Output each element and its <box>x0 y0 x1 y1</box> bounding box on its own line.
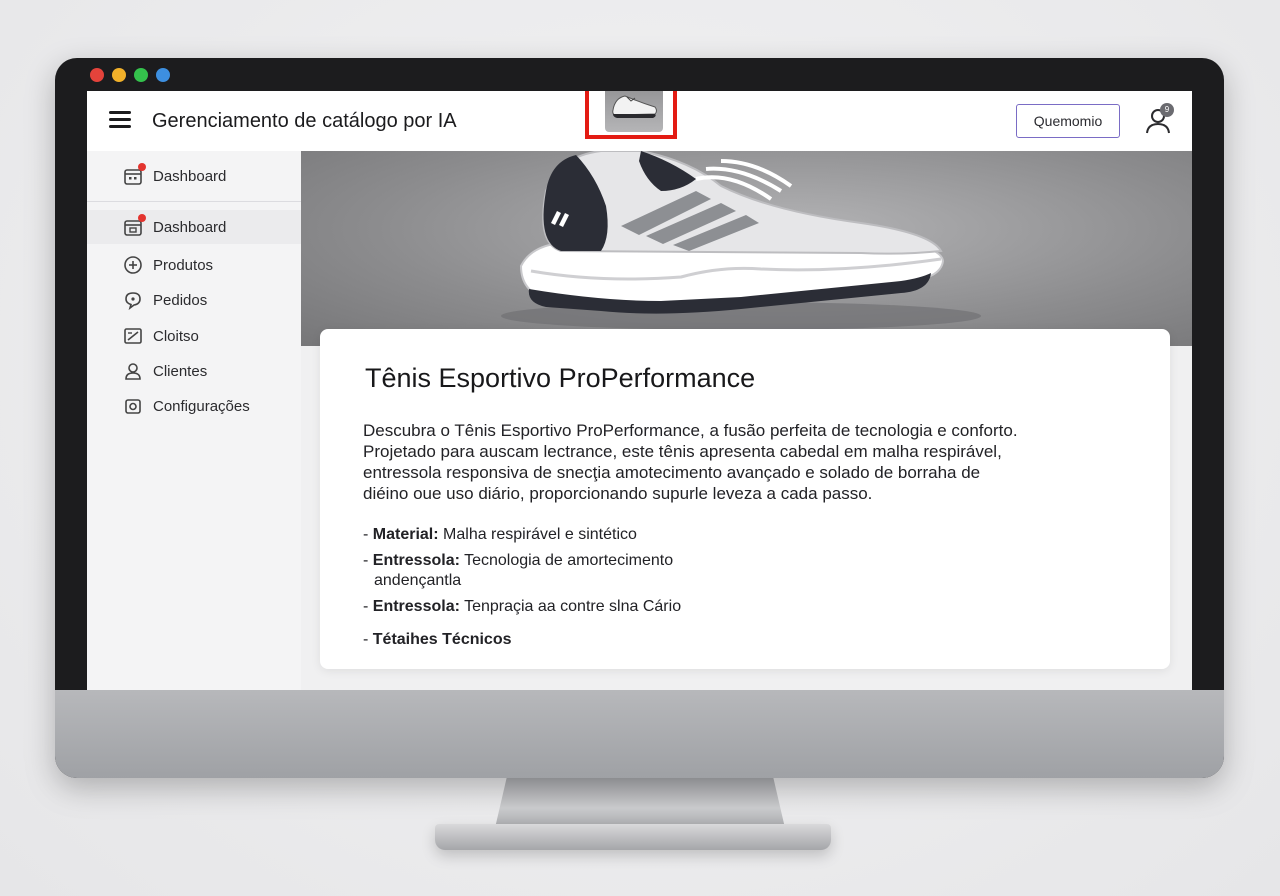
spec-label: Tétaihes Técnicos <box>372 631 512 648</box>
sidebar-item-pedidos[interactable]: Pedidos <box>87 283 301 317</box>
product-hero-image <box>301 151 1192 346</box>
sidebar-item-label: Clientes <box>153 362 208 380</box>
user-profile[interactable]: 9 <box>1144 103 1178 137</box>
sidebar-item-label: Produtos <box>153 256 214 274</box>
sidebar-divider <box>87 201 301 202</box>
monitor-bezel: Gerenciamento de catálogo por IA Quemomi… <box>55 58 1224 778</box>
monitor-stand-base <box>435 824 831 850</box>
spec-value-continued: andençantla <box>374 572 462 589</box>
sidebar-item-label: Dashboard <box>153 218 227 236</box>
sidebar-item-dashboard[interactable]: Dashboard <box>87 159 301 193</box>
sidebar-item-configuracoes[interactable]: Configurações <box>87 389 301 423</box>
notification-dot <box>138 163 146 171</box>
sidebar-item-label: Configurações <box>153 397 250 415</box>
monitor-stand <box>495 778 785 828</box>
spec-value: Tenpraçia aa contre slna Cário <box>464 598 682 615</box>
spec-value: Malha respirável e sintético <box>443 526 637 543</box>
spec-label: Material: <box>372 526 439 543</box>
sidebar-item-produtos[interactable]: Produtos <box>87 248 301 282</box>
spec-item: - Entressola: Tenpraçia aa contre slna C… <box>363 598 682 615</box>
sidebar-item-label: Cloitso <box>153 327 199 345</box>
product-card: Tênis Esportivo ProPerformance Descubra … <box>320 329 1170 669</box>
sidebar-item-label: Dashboard <box>153 167 227 185</box>
description-line: Projetado para auscam lectrance, este tê… <box>363 442 1002 461</box>
description-line: Descubra o Tênis Esportivo ProPerformanc… <box>363 421 1018 440</box>
product-title: Tênis Esportivo ProPerformance <box>365 363 756 393</box>
spec-label: Entressola: <box>372 598 460 615</box>
highlighted-thumbnail[interactable] <box>585 91 677 139</box>
monitor-chin <box>55 690 1224 778</box>
spec-label: Entressola: <box>372 552 460 569</box>
menu-icon[interactable] <box>109 111 131 129</box>
spec-item: - Entressola: Tecnologia de amorteciment… <box>363 552 674 589</box>
minimize-dot[interactable] <box>112 68 126 82</box>
edit-box-icon <box>124 328 142 344</box>
app-title: Gerenciamento de catálogo por IA <box>152 110 457 132</box>
users-icon <box>125 363 141 380</box>
sidebar-item-clientes[interactable]: Clientes <box>87 354 301 388</box>
description-line: entressola responsiva de snecţia amoteci… <box>363 463 981 482</box>
chat-icon <box>125 292 141 310</box>
window-controls <box>90 68 170 82</box>
spec-item: - Material: Malha respirável e sintético <box>363 526 637 543</box>
camera-icon <box>125 399 141 414</box>
maximize-dot[interactable] <box>134 68 148 82</box>
product-description: Descubra o Tênis Esportivo ProPerformanc… <box>363 420 1053 504</box>
app-screen: Gerenciamento de catálogo por IA Quemomi… <box>87 91 1192 690</box>
description-line: diéino oue uso diário, proporcionando su… <box>363 484 873 503</box>
top-bar: Gerenciamento de catálogo por IA Quemomi… <box>87 91 1192 152</box>
spec-item: - Tétaihes Técnicos <box>363 631 512 648</box>
sidebar-item-label: Pedidos <box>153 291 208 309</box>
spec-value: Tecnologia de amortecimento <box>464 552 674 569</box>
user-badge: 9 <box>1160 103 1174 117</box>
sidebar-item-dashboard-active[interactable]: Dashboard <box>87 210 301 244</box>
action-button[interactable]: Quemomio <box>1016 104 1120 138</box>
extra-dot[interactable] <box>156 68 170 82</box>
close-dot[interactable] <box>90 68 104 82</box>
plus-circle-icon <box>124 256 142 274</box>
notification-dot <box>138 214 146 222</box>
product-thumbnail[interactable] <box>605 91 663 132</box>
sidebar: Dashboard Dashboard Produtos Pedidos Clo… <box>87 151 302 690</box>
sidebar-item-cloitso[interactable]: Cloitso <box>87 319 301 353</box>
sneaker-image <box>501 151 981 330</box>
desktop-scene: Gerenciamento de catálogo por IA Quemomi… <box>0 0 1280 896</box>
